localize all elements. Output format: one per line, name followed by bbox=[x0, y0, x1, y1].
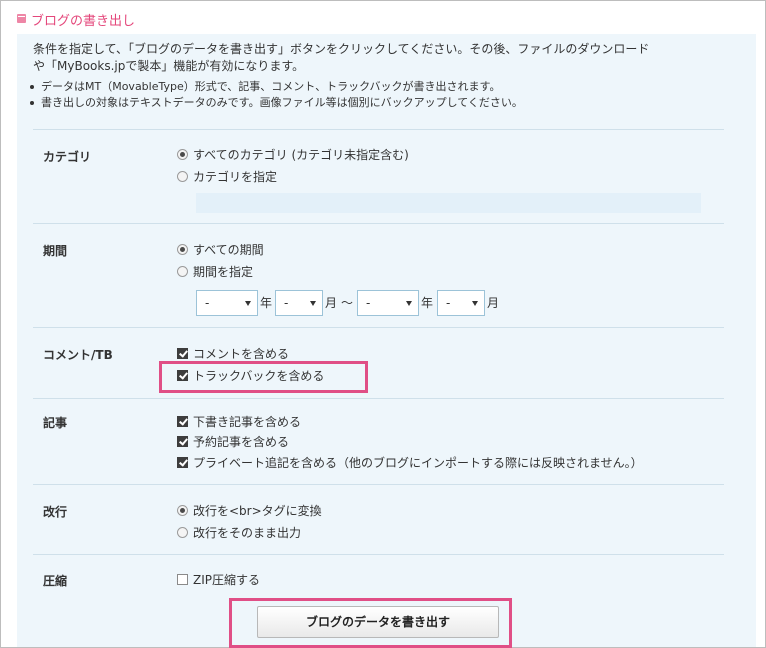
period-label: 期間 bbox=[43, 244, 68, 258]
include-drafts-checkbox[interactable]: 下書き記事を含める bbox=[177, 413, 301, 431]
radio-selected-icon[interactable] bbox=[177, 149, 188, 160]
compress-label: 圧縮 bbox=[43, 574, 68, 588]
start-year-select[interactable]: - bbox=[196, 290, 258, 316]
checkbox-checked-icon[interactable] bbox=[177, 457, 188, 468]
year-unit: 年 bbox=[260, 296, 273, 310]
section-bullet-icon bbox=[17, 14, 26, 23]
radio-selected-icon[interactable] bbox=[177, 244, 188, 255]
radio-unselected-icon[interactable] bbox=[177, 266, 188, 277]
chevron-down-icon bbox=[310, 301, 316, 306]
export-highlight-box bbox=[229, 598, 512, 648]
note-item: データはMT（MovableType）形式で、記事、コメント、トラックバックが書… bbox=[25, 79, 745, 95]
divider bbox=[33, 129, 724, 130]
description: 条件を指定して、「ブログのデータを書き出す」ボタンをクリックしてください。その後… bbox=[33, 41, 733, 75]
end-month-select[interactable]: - bbox=[437, 290, 485, 316]
description-line-2: や「MyBooks.jpで製本」機能が有効になります。 bbox=[33, 59, 305, 73]
keep-linebreak-radio[interactable]: 改行をそのまま出力 bbox=[177, 524, 301, 542]
period-all-radio[interactable]: すべての期間 bbox=[177, 241, 264, 259]
checkbox-checked-icon[interactable] bbox=[177, 416, 188, 427]
articles-label: 記事 bbox=[43, 416, 68, 430]
category-specify-radio[interactable]: カテゴリを指定 bbox=[177, 168, 277, 186]
radio-selected-icon[interactable] bbox=[177, 505, 188, 516]
chevron-down-icon bbox=[245, 301, 251, 306]
description-line-1: 条件を指定して、「ブログのデータを書き出す」ボタンをクリックしてください。その後… bbox=[33, 42, 650, 56]
period-specify-radio[interactable]: 期間を指定 bbox=[177, 263, 253, 281]
zip-compress-checkbox[interactable]: ZIP圧縮する bbox=[177, 571, 260, 589]
checkbox-checked-icon[interactable] bbox=[177, 348, 188, 359]
divider bbox=[33, 223, 724, 224]
divider bbox=[33, 484, 724, 485]
export-dialog: ブログの書き出し 条件を指定して、「ブログのデータを書き出す」ボタンをクリックし… bbox=[0, 0, 766, 648]
end-year-select[interactable]: - bbox=[357, 290, 419, 316]
checkbox-checked-icon[interactable] bbox=[177, 436, 188, 447]
start-month-select[interactable]: - bbox=[275, 290, 323, 316]
month-unit: 月 bbox=[487, 296, 500, 310]
trackback-highlight-box bbox=[159, 361, 368, 393]
divider bbox=[33, 398, 724, 399]
divider bbox=[33, 327, 724, 328]
category-input[interactable] bbox=[196, 193, 701, 213]
radio-unselected-icon[interactable] bbox=[177, 527, 188, 538]
page-title: ブログの書き出し bbox=[31, 14, 136, 29]
divider bbox=[33, 554, 724, 555]
convert-br-radio[interactable]: 改行を<br>タグに変換 bbox=[177, 502, 322, 520]
export-settings-panel: 条件を指定して、「ブログのデータを書き出す」ボタンをクリックしてください。その後… bbox=[17, 34, 756, 648]
range-separator: 〜 bbox=[341, 296, 354, 310]
notes-list: データはMT（MovableType）形式で、記事、コメント、トラックバックが書… bbox=[25, 79, 745, 111]
include-private-addendum-checkbox[interactable]: プライベート追記を含める（他のブログにインポートする際には反映されません。） bbox=[177, 454, 643, 472]
category-label: カテゴリ bbox=[43, 150, 92, 164]
note-item: 書き出しの対象はテキストデータのみです。画像ファイル等は個別にバックアップしてく… bbox=[25, 95, 745, 111]
comment-tb-label: コメント/TB bbox=[43, 348, 113, 362]
checkbox-unchecked-icon[interactable] bbox=[177, 574, 188, 585]
linebreak-label: 改行 bbox=[43, 505, 68, 519]
chevron-down-icon bbox=[406, 301, 412, 306]
category-all-radio[interactable]: すべてのカテゴリ (カテゴリ未指定含む) bbox=[177, 146, 409, 164]
chevron-down-icon bbox=[472, 301, 478, 306]
year-unit: 年 bbox=[421, 296, 434, 310]
radio-unselected-icon[interactable] bbox=[177, 171, 188, 182]
section-header: ブログの書き出し bbox=[1, 1, 765, 34]
include-scheduled-checkbox[interactable]: 予約記事を含める bbox=[177, 433, 289, 451]
month-unit: 月 bbox=[325, 296, 338, 310]
